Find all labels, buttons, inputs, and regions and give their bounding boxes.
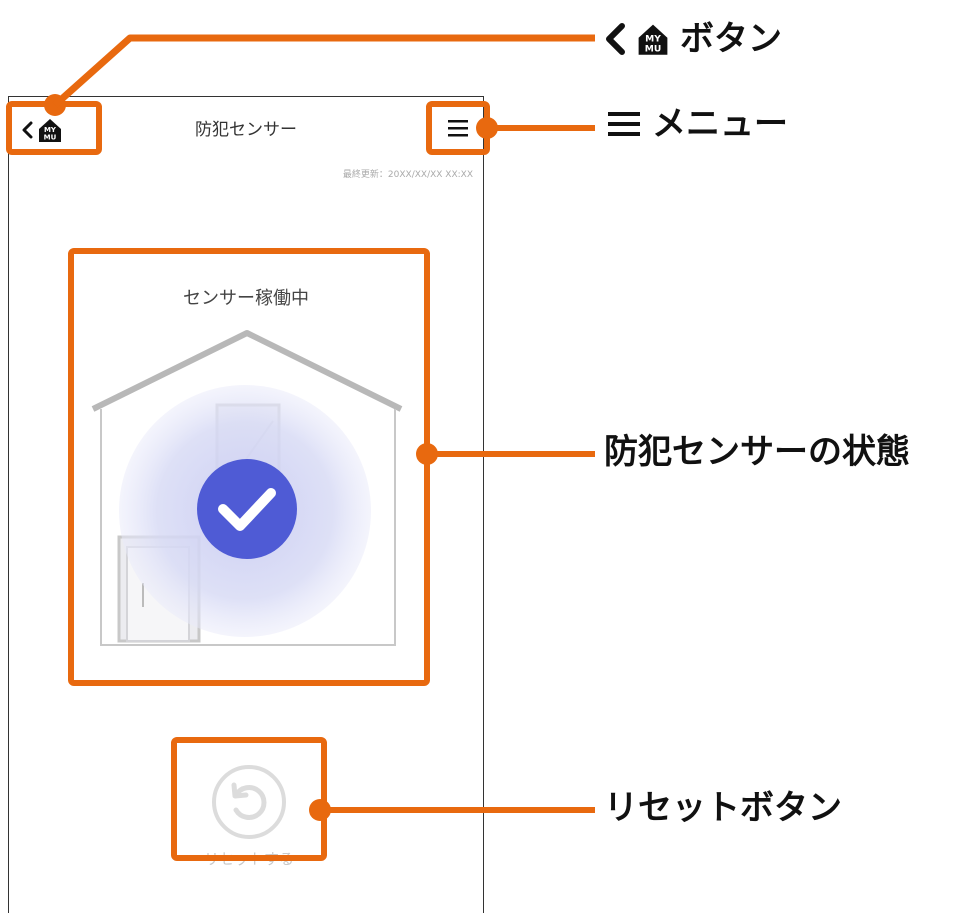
callout-back-button: MY MU ボタン [604,22,782,56]
callout-back-label: ボタン [680,19,782,59]
callout-sensor-status-label: 防犯センサーの状態 [604,432,910,472]
last-updated: 最終更新：20XX/XX/XX XX:XX [342,170,473,180]
callout-reset-button: リセットボタン [604,791,842,825]
hamburger-menu-icon [608,112,640,136]
highlight-sensor-status [68,248,430,686]
connector-line-reset [322,807,595,813]
svg-text:MU: MU [645,44,662,54]
callout-menu: メニュー [606,107,788,141]
callout-sensor-status: 防犯センサーの状態 [604,435,910,469]
connector-line-back [52,34,595,108]
callout-menu-label: メニュー [652,104,788,144]
connector-line-menu [490,125,595,131]
svg-text:MY: MY [645,35,661,45]
callout-reset-label: リセットボタン [604,788,842,828]
highlight-reset-button [171,737,327,861]
mymu-home-icon: MY MU [638,24,668,55]
connector-line-status [430,451,595,457]
chevron-left-icon [606,23,625,55]
